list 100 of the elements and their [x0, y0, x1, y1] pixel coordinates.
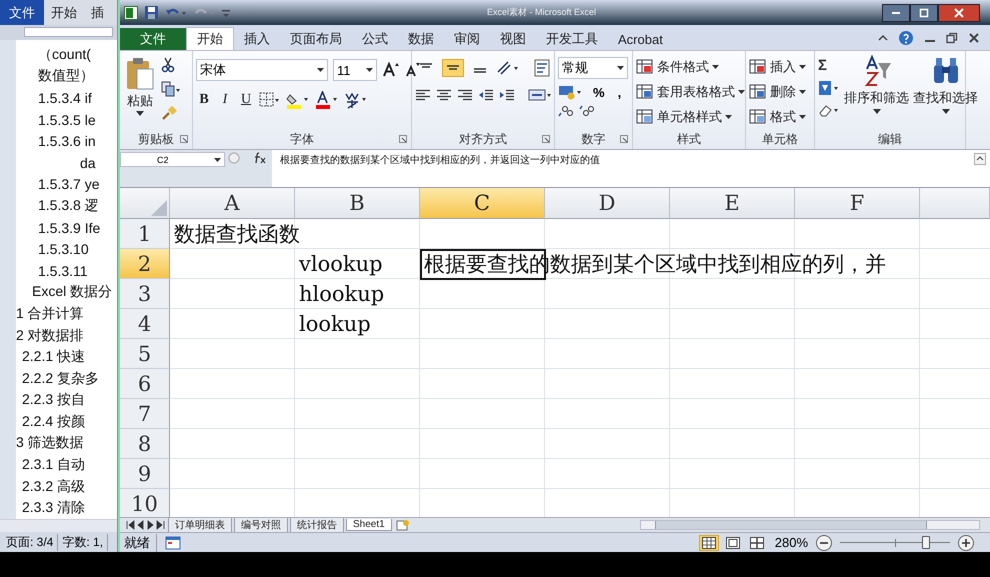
horizontal-scrollbar[interactable]: [640, 520, 980, 530]
ribbon-tab[interactable]: 文件: [0, 0, 44, 25]
ribbon-tab[interactable]: 视图: [490, 28, 536, 50]
row-header[interactable]: 7: [120, 399, 170, 429]
close-button[interactable]: [938, 4, 980, 22]
column-header[interactable]: F: [795, 188, 920, 219]
font-color-icon[interactable]: [315, 91, 339, 109]
toc-entry: 数值型）: [38, 67, 94, 86]
increase-font-size-icon[interactable]: [382, 62, 400, 78]
scissors-icon[interactable]: [161, 57, 175, 73]
text-style-button[interactable]: U: [238, 92, 254, 108]
increase-decimal-icon[interactable]: [558, 105, 574, 117]
ribbon-tab[interactable]: 开始: [44, 0, 84, 25]
format-painter-icon[interactable]: [161, 105, 177, 121]
column-header[interactable]: A: [170, 188, 295, 219]
ribbon-tab[interactable]: 页面布局: [280, 28, 352, 50]
style-menu-button[interactable]: 单元格样式: [636, 107, 745, 127]
number-format-button[interactable]: ,: [614, 84, 626, 100]
borders-icon[interactable]: [259, 92, 281, 108]
minimize-button[interactable]: [882, 4, 910, 22]
style-menu-button[interactable]: 套用表格格式: [636, 82, 745, 102]
column-header[interactable]: B: [295, 188, 420, 219]
row-header[interactable]: 9: [120, 459, 170, 489]
autosum-button[interactable]: Σ: [818, 57, 840, 74]
dialog-launcher-icon[interactable]: [620, 135, 628, 143]
formula-input[interactable]: 根据要查找的数据到某个区域中找到相应的列，并返回这一列中对应的值: [272, 150, 970, 187]
row-header[interactable]: 10: [120, 489, 170, 517]
maximize-button[interactable]: [910, 4, 938, 22]
style-menu-button[interactable]: 条件格式: [636, 57, 745, 77]
decrease-indent-icon[interactable]: [478, 89, 494, 101]
align-right-icon[interactable]: [457, 89, 473, 101]
row-header[interactable]: 4: [120, 309, 170, 339]
ribbon-tab[interactable]: 插: [84, 0, 111, 25]
dialog-launcher-icon[interactable]: [180, 135, 188, 143]
text-style-button[interactable]: B: [196, 92, 212, 108]
column-header[interactable]: D: [545, 188, 670, 219]
collapse-ribbon-icon[interactable]: [878, 33, 888, 43]
font-name-dropdown[interactable]: 宋体: [196, 59, 328, 81]
dialog-launcher-icon[interactable]: [399, 135, 407, 143]
sheet-navigation-icon[interactable]: [126, 520, 166, 530]
slider-thumb[interactable]: [922, 536, 930, 548]
sheet-tab[interactable]: 统计报告: [290, 518, 344, 532]
ribbon-tab[interactable]: 数据: [398, 28, 444, 50]
number-format-button[interactable]: %: [589, 84, 609, 100]
column-header[interactable]: E: [670, 188, 795, 219]
fill-down-icon[interactable]: [818, 80, 840, 96]
number-format-dropdown[interactable]: 常规: [558, 57, 628, 79]
ribbon-tab[interactable]: 开始: [186, 27, 234, 50]
vertical-align-button[interactable]: [442, 59, 464, 77]
decrease-font-size-icon[interactable]: [405, 62, 421, 78]
zoom-out-button[interactable]: [816, 534, 832, 550]
editing-menu-button[interactable]: 查找和选择: [913, 55, 978, 114]
sheet-tab[interactable]: 编号对照: [234, 518, 288, 532]
align-left-icon[interactable]: [415, 89, 431, 101]
ribbon-tab[interactable]: 文件: [120, 28, 186, 50]
paste-button[interactable]: 粘贴: [123, 55, 157, 118]
editing-menu-button[interactable]: 排序和筛选: [844, 55, 909, 114]
row-header[interactable]: 3: [120, 279, 170, 309]
cell-menu-button[interactable]: 删除: [749, 82, 806, 102]
merge-center-icon[interactable]: [528, 87, 552, 103]
horizontal-scrollbar[interactable]: [0, 519, 117, 532]
row-header[interactable]: 1: [120, 219, 170, 249]
close-icon[interactable]: [968, 32, 980, 44]
text-style-button[interactable]: I: [217, 92, 233, 108]
zoom-level[interactable]: 280%: [774, 535, 808, 550]
collapse-formula-bar-icon[interactable]: [974, 153, 986, 165]
copy-icon[interactable]: [161, 81, 181, 97]
ribbon-tab[interactable]: 插入: [234, 28, 280, 50]
zoom-in-button[interactable]: [958, 534, 974, 550]
sheet-tab[interactable]: 订单明细表: [168, 518, 232, 532]
currency-format-icon[interactable]: [558, 84, 584, 100]
insert-function-icon[interactable]: [253, 152, 267, 164]
text-orientation-icon[interactable]: [496, 60, 520, 76]
decrease-decimal-icon[interactable]: [579, 105, 595, 117]
align-center-icon[interactable]: [436, 89, 452, 101]
ribbon-tab[interactable]: 开发工具: [536, 28, 608, 50]
row-header[interactable]: 5: [120, 339, 170, 369]
restore-icon[interactable]: [946, 32, 958, 44]
macro-record-icon[interactable]: [165, 536, 181, 550]
wrap-text-icon[interactable]: [533, 59, 551, 77]
name-box[interactable]: C2: [120, 152, 225, 167]
normal-view-button[interactable]: [698, 534, 719, 550]
caret-icon: [617, 66, 624, 70]
sheet-tab[interactable]: Sheet1: [346, 519, 392, 531]
help-icon[interactable]: [898, 30, 914, 46]
cell-menu-button[interactable]: 格式: [749, 107, 806, 127]
save-icon[interactable]: [144, 5, 159, 20]
row-header[interactable]: 2: [120, 249, 170, 279]
column-header[interactable]: C: [420, 188, 545, 219]
cell-menu-button[interactable]: 插入: [749, 57, 806, 77]
ribbon-tab[interactable]: 审阅: [444, 28, 490, 50]
insert-sheet-icon[interactable]: [394, 519, 412, 531]
row-header[interactable]: 8: [120, 429, 170, 459]
phonetic-guide-icon[interactable]: [344, 91, 368, 109]
row-header[interactable]: 6: [120, 369, 170, 399]
ribbon-tab[interactable]: 公式: [352, 28, 398, 50]
increase-indent-icon[interactable]: [499, 89, 515, 101]
font-size-dropdown[interactable]: 11: [333, 59, 377, 81]
ribbon-tab[interactable]: Acrobat: [608, 28, 673, 50]
dialog-launcher-icon[interactable]: [542, 135, 550, 143]
